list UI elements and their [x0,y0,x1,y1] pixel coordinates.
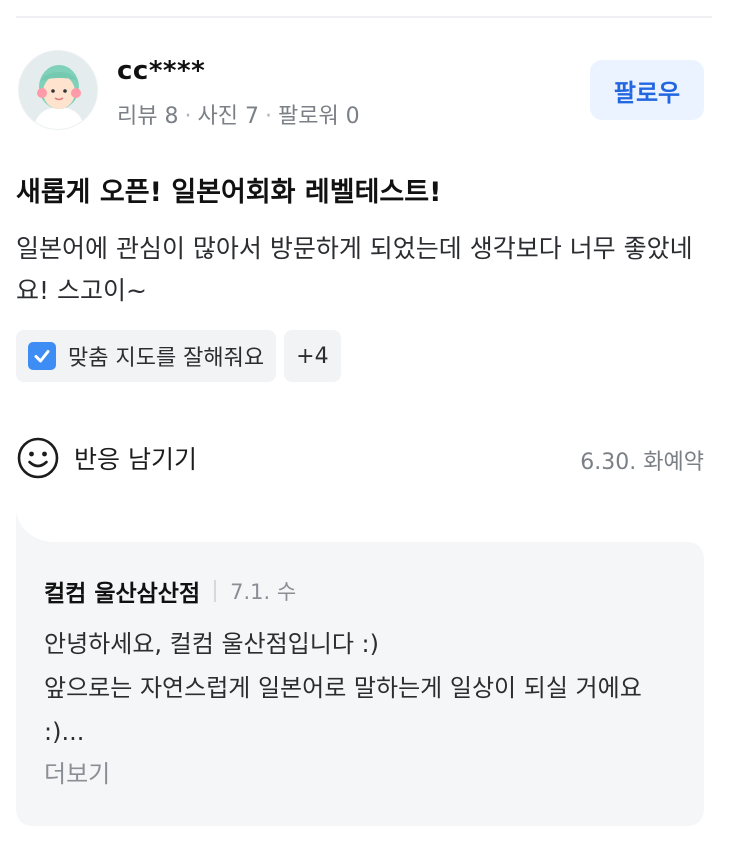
reaction-label: 반응 남기기 [74,445,197,474]
avatar-illustration [19,51,97,129]
leave-reaction-button[interactable]: 반응 남기기 [16,434,197,482]
review-body[interactable]: 일본어에 관심이 많아서 방문하게 되었는데 생각보다 너무 좋았네요! 스고이… [16,228,712,312]
owner-reply: 컬컴 울산삼산점 7.1. 수 안녕하세요, 컬컴 울산점입니다 :) 앞으로는… [16,496,704,826]
separator-dot: · [184,104,192,129]
photo-count: 사진 7 [197,104,259,129]
keyword-tag-label: 맞춤 지도를 잘해줘요 [68,346,265,371]
more-tags-label: +4 [296,343,329,369]
check-box-icon [28,342,56,370]
reply-line-1: 안녕하세요, 컬컴 울산점입니다 :) [44,630,380,658]
keyword-tag[interactable]: 맞춤 지도를 잘해줘요 [16,330,277,382]
follower-count: 팔로워 0 [277,104,360,129]
more-tags-button[interactable]: +4 [284,330,341,382]
reply-header: 컬컴 울산삼산점 7.1. 수 [44,574,296,608]
separator-dot: · [264,104,272,129]
reply-text[interactable]: 안녕하세요, 컬컴 울산점입니다 :) 앞으로는 자연스럽게 일본어로 말하는게… [44,622,684,754]
reviewer-profile: cc**** 리뷰 8 · 사진 7 · 팔로워 0 팔로우 [18,50,704,132]
top-divider [16,16,712,18]
reply-line-2: 앞으로는 자연스럽게 일본어로 말하는게 일상이 되실 거에요 :)... [44,674,642,746]
username[interactable]: cc**** [117,56,205,86]
keyword-tags: 맞춤 지도를 잘해줘요 +4 [16,330,341,382]
avatar[interactable] [18,50,98,130]
reply-owner-name: 컬컴 울산삼산점 [44,581,201,607]
review-title: 새롭게 오픈! 일본어회화 레벨테스트! [16,177,442,208]
reviewer-stats: 리뷰 8 · 사진 7 · 팔로워 0 [117,98,360,130]
follow-button[interactable]: 팔로우 [590,60,704,120]
smile-icon [16,436,60,480]
reply-date: 7.1. 수 [230,580,297,604]
review-count: 리뷰 8 [117,104,179,129]
visit-date: 6.30. 화예약 [580,450,704,475]
reply-separator [214,580,217,602]
reply-more-link[interactable]: 더보기 [44,754,110,789]
